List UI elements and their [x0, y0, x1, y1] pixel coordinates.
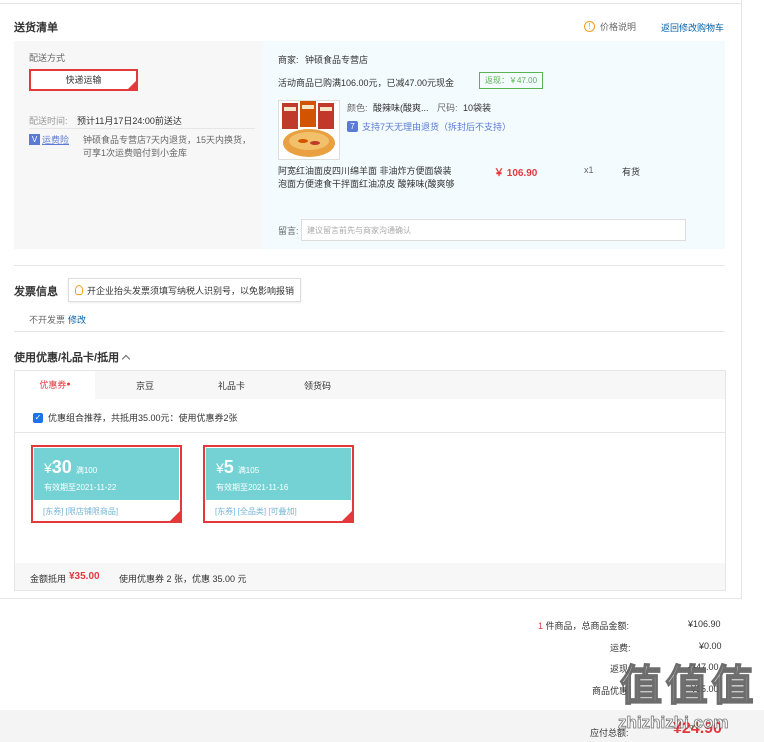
coupon-card-top: ¥ 30 满100 有效期至2021-11-22	[34, 448, 179, 500]
size-label: 尺码:	[437, 103, 458, 113]
back-to-cart-link[interactable]: 返回修改购物车	[661, 21, 724, 34]
recommend-divider	[15, 432, 725, 433]
return-policy-text: 支持7天无理由退货（拆封后不支持）	[362, 122, 512, 132]
method-option-express[interactable]: 快递运输	[29, 69, 138, 91]
tab-coupon[interactable]: 优惠券●	[15, 371, 95, 400]
coupon-currency: ¥	[44, 460, 52, 476]
color-label: 颜色:	[347, 103, 368, 113]
coupon-condition: 满105	[237, 466, 260, 475]
coupon-sum-value: ¥35.00	[69, 571, 100, 582]
product-price: ￥ 106.90	[494, 168, 538, 179]
tab-jingdou[interactable]: 京豆	[136, 379, 154, 392]
checkbox-checked-icon[interactable]: ✓	[33, 412, 43, 423]
delivery-section-title: 送货清单	[14, 22, 58, 34]
invoice-status: 不开发票	[29, 315, 66, 325]
rebate-tag: 返现：￥47.00	[479, 72, 544, 89]
goods-total: ¥106.90	[688, 619, 721, 629]
coupon-currency: ¥	[216, 460, 224, 476]
method-label: 配送方式	[29, 53, 66, 63]
chevron-up-icon	[121, 354, 131, 363]
return-icon: 7	[347, 121, 358, 132]
shield-icon: V	[29, 134, 40, 145]
color-attr: 颜色: 酸辣味(酸爽...	[347, 101, 429, 114]
price-info-label: 价格说明	[600, 22, 637, 32]
coupon-card[interactable]: ¥ 30 满100 有效期至2021-11-22 [东券] [限店铺限商品]	[31, 445, 182, 523]
size-attr: 尺码: 10袋装	[437, 101, 491, 114]
color-value: 酸辣味(酸爽...	[373, 103, 429, 113]
product-name-1[interactable]: 阿宽红油面皮四川绵羊面 非油炸方便面袋装	[278, 164, 452, 177]
recommend-row[interactable]: ✓ 优惠组合推荐，共抵用35.00元：使用优惠券2张	[33, 411, 238, 424]
tab-coupon-label: 优惠券	[39, 380, 67, 390]
time-divider	[29, 128, 255, 129]
insurance-text-2: 可享1次运费赔付到小金库	[83, 148, 188, 158]
coupon-tabs-bar	[15, 371, 725, 399]
shipping-value: ¥0.00	[699, 641, 722, 651]
goods-count-row: 1 件商品，总商品金额:	[538, 619, 629, 632]
price-info-link[interactable]: ! 价格说明	[584, 20, 636, 33]
seller-label: 商家:	[278, 55, 299, 65]
goods-count: 1	[538, 621, 544, 631]
selected-corner-icon	[342, 511, 352, 521]
method-value: 快递运输	[65, 75, 102, 85]
insurance-text-1: 钟硕食品专营店7天内退货，15天内换货，	[83, 135, 252, 145]
insurance-tag-label: 运费险	[42, 135, 70, 145]
top-divider	[0, 3, 742, 4]
section-divider-1	[14, 265, 725, 266]
time-label: 配送时间:	[29, 116, 68, 126]
coupon-card[interactable]: ¥ 5 满105 有效期至2021-11-16 [东券] [全品类] [可叠加]	[203, 445, 354, 523]
coupon-tags: [东券] [全品类] [可叠加]	[215, 507, 297, 516]
coupon-title-text: 使用优惠/礼品卡/抵用	[14, 352, 120, 364]
coupon-amount: 30	[51, 457, 72, 477]
insurance-tag[interactable]: V 运费险	[29, 133, 69, 146]
coupon-sum-label: 金额抵用	[30, 574, 67, 584]
selected-corner-icon	[128, 81, 136, 89]
invoice-edit-link[interactable]: 修改	[68, 313, 86, 326]
product-qty: x1	[584, 165, 594, 175]
coupon-card-top: ¥ 5 满105 有效期至2021-11-16	[206, 448, 351, 500]
tab-dot-icon: ●	[66, 381, 71, 388]
invoice-title: 发票信息	[14, 286, 58, 298]
tab-giftcard[interactable]: 礼品卡	[218, 379, 245, 392]
seller-name[interactable]: 钟硕食品专营店	[305, 55, 368, 65]
seller-row: 商家: 钟硕食品专营店	[278, 53, 368, 66]
selected-corner-icon	[170, 511, 180, 521]
note-placeholder: 建议留言前先与商家沟通确认	[307, 226, 411, 235]
coupon-condition: 满100	[75, 466, 98, 475]
watermark-url: zhizhizhi.com	[618, 713, 729, 733]
product-image[interactable]	[278, 100, 340, 160]
invoice-tip-text: 开企业抬头发票须填写纳税人识别号，以免影响报销	[87, 285, 295, 296]
tab-redeem-code[interactable]: 领货码	[304, 379, 331, 392]
return-policy: 7 支持7天无理由退货（拆封后不支持）	[347, 120, 511, 133]
lightbulb-icon	[75, 285, 83, 295]
coupon-title[interactable]: 使用优惠/礼品卡/抵用	[14, 349, 131, 365]
watermark-logo: 值 值 值	[619, 652, 754, 713]
note-label: 留言:	[278, 226, 299, 236]
product-stock: 有货	[622, 167, 641, 177]
watermark-text: 值 值 值	[619, 661, 754, 710]
coupon-amount: 5	[223, 457, 234, 477]
promo-text: 活动商品已购满106.00元，已减47.00元现金	[278, 78, 455, 88]
bottom-divider	[0, 598, 742, 599]
size-value: 10袋装	[463, 103, 492, 113]
invoice-tip: 开企业抬头发票须填写纳税人识别号，以免影响报销	[68, 278, 302, 302]
recommend-text: 优惠组合推荐，共抵用35.00元：使用优惠券2张	[48, 413, 238, 423]
note-input[interactable]: 建议留言前先与商家沟通确认	[301, 219, 686, 241]
right-border	[741, 0, 742, 598]
coupon-expiry: 有效期至2021-11-16	[216, 483, 289, 492]
coupon-tags: [东券] [限店铺限商品]	[43, 507, 119, 516]
section-divider-2	[14, 331, 725, 332]
coupon-expiry: 有效期至2021-11-22	[44, 483, 117, 492]
product-name-2[interactable]: 泡面方便速食干拌面红油凉皮 酸辣味(酸爽够	[278, 177, 455, 190]
time-value: 预计11月17日24:00前送达	[77, 116, 182, 126]
goods-count-label: 件商品，总商品金额:	[545, 621, 630, 631]
coupon-sum-detail: 使用优惠券 2 张，优惠 35.00 元	[119, 574, 247, 584]
info-icon: !	[584, 21, 595, 32]
